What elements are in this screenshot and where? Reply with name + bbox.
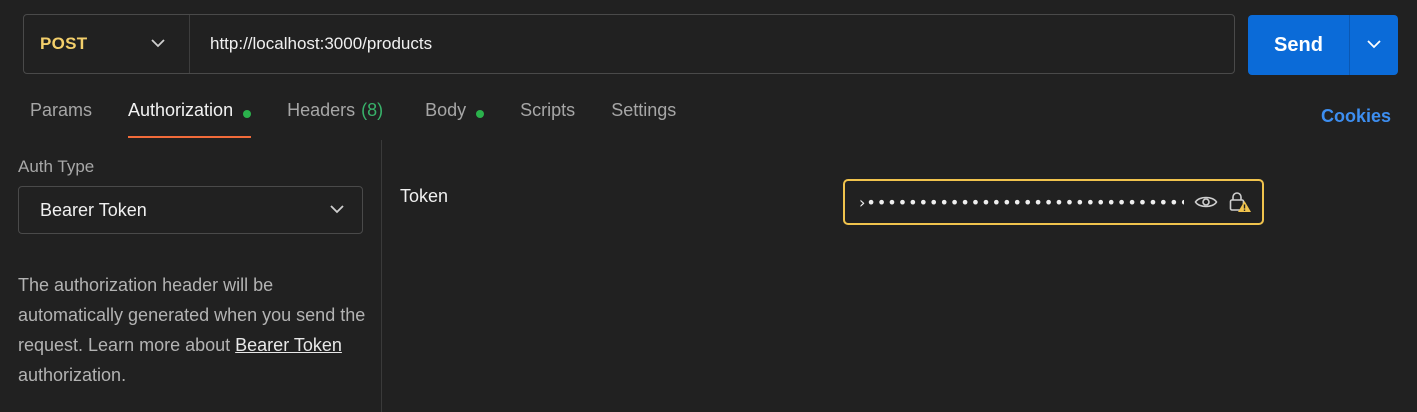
- lock-warning-icon[interactable]: [1228, 191, 1252, 213]
- method-selector[interactable]: POST: [24, 15, 190, 73]
- eye-icon[interactable]: [1194, 194, 1218, 210]
- bearer-token-link[interactable]: Bearer Token: [235, 335, 342, 355]
- tab-label: Headers: [287, 100, 356, 120]
- auth-type-value: Bearer Token: [40, 199, 147, 220]
- tab-headers[interactable]: Headers (8): [287, 100, 383, 138]
- status-dot: [243, 110, 252, 118]
- auth-type-label: Auth Type: [18, 157, 95, 176]
- tab-label: Scripts: [520, 100, 576, 120]
- auth-description: The authorization header will be automat…: [18, 270, 368, 390]
- request-tabs: Params Authorization Headers (8) Body Sc…: [30, 100, 712, 138]
- tab-settings[interactable]: Settings: [611, 100, 676, 138]
- send-button[interactable]: Send: [1248, 15, 1349, 75]
- cookies-link[interactable]: Cookies: [1321, 106, 1391, 127]
- pane-divider[interactable]: [381, 140, 382, 412]
- auth-type-select[interactable]: Bearer Token: [18, 186, 363, 234]
- tab-body[interactable]: Body: [425, 100, 485, 138]
- chevron-down-icon: [151, 35, 165, 53]
- chevron-down-icon: [1367, 36, 1381, 54]
- token-value: ›•••••••••••••••••••••••••••••••: [859, 192, 1184, 212]
- token-input[interactable]: ›•••••••••••••••••••••••••••••••: [843, 179, 1264, 225]
- url-input[interactable]: [190, 15, 1234, 73]
- send-options-button[interactable]: [1349, 15, 1398, 75]
- headers-count: (8): [361, 100, 384, 120]
- tab-scripts[interactable]: Scripts: [520, 100, 575, 138]
- token-label: Token: [400, 186, 449, 206]
- method-label: POST: [40, 34, 88, 53]
- tab-label: Params: [30, 100, 93, 120]
- tab-label: Authorization: [128, 100, 234, 120]
- chevron-down-icon: [330, 201, 344, 219]
- tab-label: Body: [425, 100, 467, 120]
- description-suffix: authorization.: [18, 365, 127, 385]
- request-url-bar: POST: [23, 14, 1235, 74]
- send-button-group: Send: [1248, 15, 1398, 75]
- tab-params[interactable]: Params: [30, 100, 92, 138]
- tab-label: Settings: [611, 100, 677, 120]
- tab-authorization[interactable]: Authorization: [128, 100, 252, 138]
- status-dot: [476, 110, 485, 118]
